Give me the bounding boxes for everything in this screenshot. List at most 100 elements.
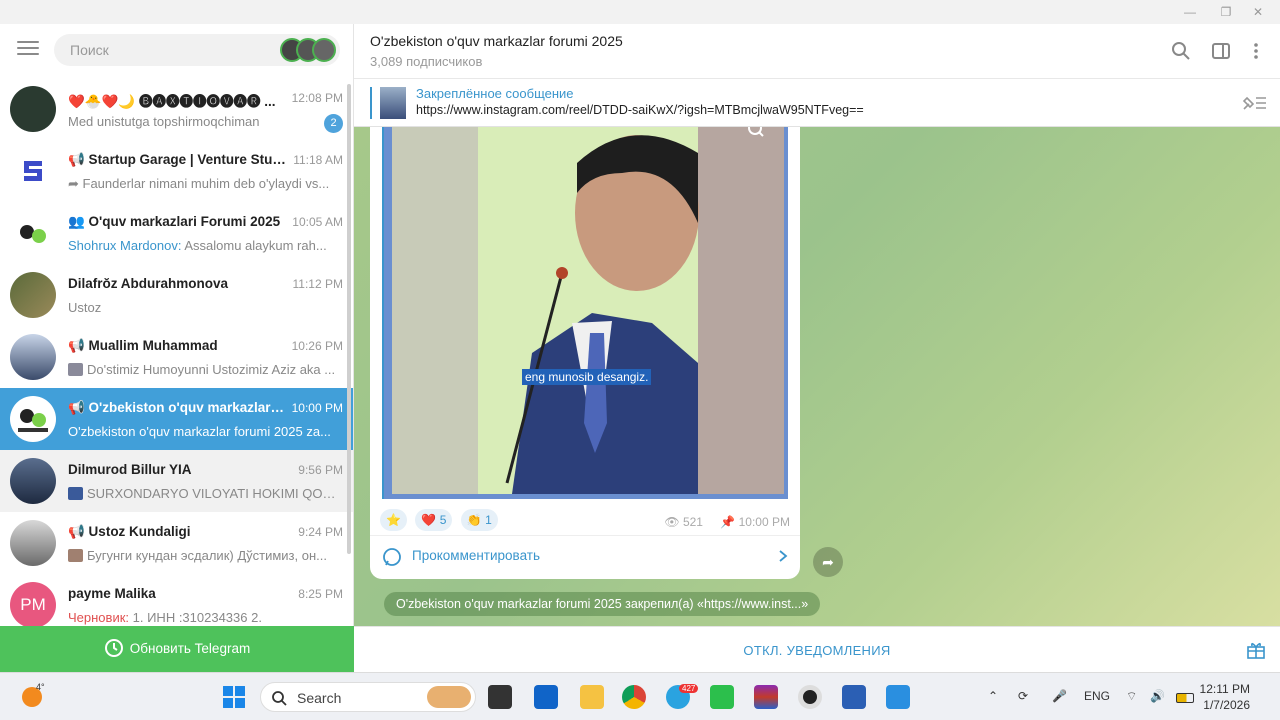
chat-item[interactable]: 📢 Ustoz Kundaligi 9:24 PM Бугунги кундан… [0,512,353,574]
chat-name: 👥 O'quv markazlari Forumi 2025 [68,214,281,229]
chat-item[interactable]: 📢 Muallim Muhammad 10:26 PM Do'stimiz Hu… [0,326,353,388]
chat-preview: ➦ Faunderlar nimani muhim deb o'ylaydi v… [68,176,330,191]
avatar [10,458,56,504]
menu-icon[interactable] [17,41,39,59]
chat-name: 📢 Muallim Muhammad [68,338,218,353]
avatar [10,210,56,256]
chat-preview: Черновик: 1. ИНН :310234336 2. [68,610,344,625]
vscode-icon[interactable] [886,685,910,709]
chat-preview-text: Assalomu alaykum rah... [181,238,327,253]
share-button[interactable]: ➦ [813,547,843,577]
chat-list: ❤️🐣❤️🌙 🅑🅐🅧🅣🅘🅞🅥🅐🅡 ... 12:08 PM Med unistu… [0,78,353,636]
story-avatar[interactable] [312,38,336,62]
search-icon[interactable] [1171,41,1191,61]
video-image [392,127,784,494]
chat-time: 8:25 PM [298,587,343,601]
pin-icon: 📌 [720,515,736,529]
post-time: 10:00 PM [738,515,790,529]
windows-start-icon[interactable] [222,685,246,709]
chat-list-scrollbar[interactable] [347,84,351,554]
reaction-clap[interactable]: 👏 1 [460,509,498,531]
zoom-icon[interactable] [746,127,766,139]
gift-icon[interactable] [1246,640,1266,660]
chat-background: eng munosib desangiz. ⭐ ❤️ 5 👏 1 👁 521 📌… [354,127,1280,626]
sidebar-toggle-icon[interactable] [1211,41,1231,61]
outlook-icon[interactable] [534,685,558,709]
battery-icon[interactable] [1176,693,1194,703]
chat-time: 9:56 PM [298,463,343,477]
reaction-heart[interactable]: ❤️ 5 [415,509,453,531]
reaction-count: 5 [439,513,447,527]
stories-avatars[interactable] [280,38,336,62]
maximize-button[interactable]: ❐ [1216,4,1236,20]
chat-preview-text: Do'stimiz Humoyunni Ustozimiz Aziz aka .… [87,362,336,377]
unread-badge: 2 [324,114,343,133]
chat-panel: O'zbekiston o'quv markazlar forumi 2025 … [354,24,1280,672]
mute-bar[interactable]: ОТКЛ. УВЕДОМЛЕНИЯ [354,626,1280,672]
chat-preview-text: SURXONDARYO VILOYATI HOKIMI QOSIM... [87,486,344,501]
search-icon [272,691,287,706]
volume-icon[interactable]: 🔊 [1150,689,1165,703]
media-thumbnail [68,549,83,562]
chat-item[interactable]: 📢 Startup Garage | Venture Studi... 11:1… [0,140,353,202]
video-preview[interactable]: eng munosib desangiz. [382,127,788,499]
chat-item[interactable]: Dilafrŏz Abdurahmonova 11:12 PM Ustoz [0,264,353,326]
word-icon[interactable] [842,685,866,709]
update-telegram-button[interactable]: Обновить Telegram [0,626,354,672]
task-view-icon[interactable] [488,685,512,709]
wifi-icon[interactable]: ⌔ [1126,689,1137,704]
minimize-button[interactable]: — [1180,4,1200,20]
channel-title: O'zbekiston o'quv markazlar forumi 2025 [370,33,623,49]
update-telegram-label: Обновить Telegram [129,641,251,656]
pinned-text: https://www.instagram.com/reel/DTDD-saiK… [416,103,864,117]
chat-preview: Med unistutga topshirmoqchiman [68,114,260,129]
language-indicator[interactable]: ENG [1084,689,1110,703]
search-box[interactable] [54,34,340,66]
search-input[interactable] [70,42,270,58]
view-count: 521 [682,515,703,529]
chat-time: 11:12 PM [292,277,343,291]
chat-time: 9:24 PM [298,525,343,539]
comment-button[interactable]: Прокомментировать [370,535,800,575]
taskbar-search-label: Search [297,690,342,706]
chat-preview: O'zbekiston o'quv markazlar forumi 2025 … [68,424,331,439]
startup-garage-logo-icon [24,161,42,181]
chat-item[interactable]: ❤️🐣❤️🌙 🅑🅐🅧🅣🅘🅞🅥🅐🅡 ... 12:08 PM Med unistu… [0,78,353,140]
system-message: O'zbekiston o'quv markazlar forumi 2025 … [384,592,821,616]
winrar-icon[interactable] [754,685,778,709]
clock[interactable]: 12:11 PM 1/7/2026 [1200,681,1250,713]
avatar: PM [10,582,56,628]
chat-time: 11:18 AM [293,153,343,167]
file-explorer-icon[interactable] [580,685,604,709]
chat-preview: Shohrux Mardonov: Assalomu alaykum rah..… [68,238,344,253]
chat-preview-text: Бугунги кундан эсдалик) Дўстимиз, он... [87,548,327,563]
pin-list-icon[interactable] [1240,93,1268,113]
taskbar-search[interactable]: Search [260,682,476,712]
recorder-icon[interactable] [798,685,822,709]
chat-item[interactable]: 👥 O'quv markazlari Forumi 2025 10:05 AM … [0,202,353,264]
microphone-icon[interactable]: 🎤 [1052,689,1067,703]
sync-icon[interactable]: ⟳ [1018,689,1028,703]
app-green-icon[interactable] [710,685,734,709]
share-icon: ➦ [822,554,834,570]
chat-preview: SURXONDARYO VILOYATI HOKIMI QOSIM... [68,486,344,501]
clock-time: 12:11 PM [1199,682,1250,696]
chat-item-active[interactable]: 📢 O'zbekiston o'quv markazlar fo... 10:0… [0,388,353,450]
chat-name: Dilmurod Billur YIA [68,462,192,477]
avatar [10,520,56,566]
chat-name: payme Malika [68,586,156,601]
chat-preview: Ustoz [68,300,102,315]
mute-notifications-button[interactable]: ОТКЛ. УВЕДОМЛЕНИЯ [354,643,1280,658]
chevron-up-icon[interactable]: ⌃ [988,689,998,703]
chrome-icon[interactable] [622,685,646,709]
chat-item[interactable]: Dilmurod Billur YIA 9:56 PM SURXONDARYO … [0,450,353,512]
chat-header[interactable]: O'zbekiston o'quv markazlar forumi 2025 … [354,24,1280,79]
sidebar-header [0,24,353,78]
pinned-message-bar[interactable]: Закреплённое сообщение https://www.insta… [354,79,1280,127]
chat-preview-text: 1. ИНН :310234336 2. [129,610,262,625]
chat-name: ❤️🐣❤️🌙 🅑🅐🅧🅣🅘🅞🅥🅐🅡 ... [68,94,276,109]
post-meta: 👁 521 📌 10:00 PM [664,515,790,529]
close-button[interactable]: ✕ [1248,4,1268,20]
reaction-star[interactable]: ⭐ [380,509,407,531]
more-options-icon[interactable] [1246,41,1266,61]
